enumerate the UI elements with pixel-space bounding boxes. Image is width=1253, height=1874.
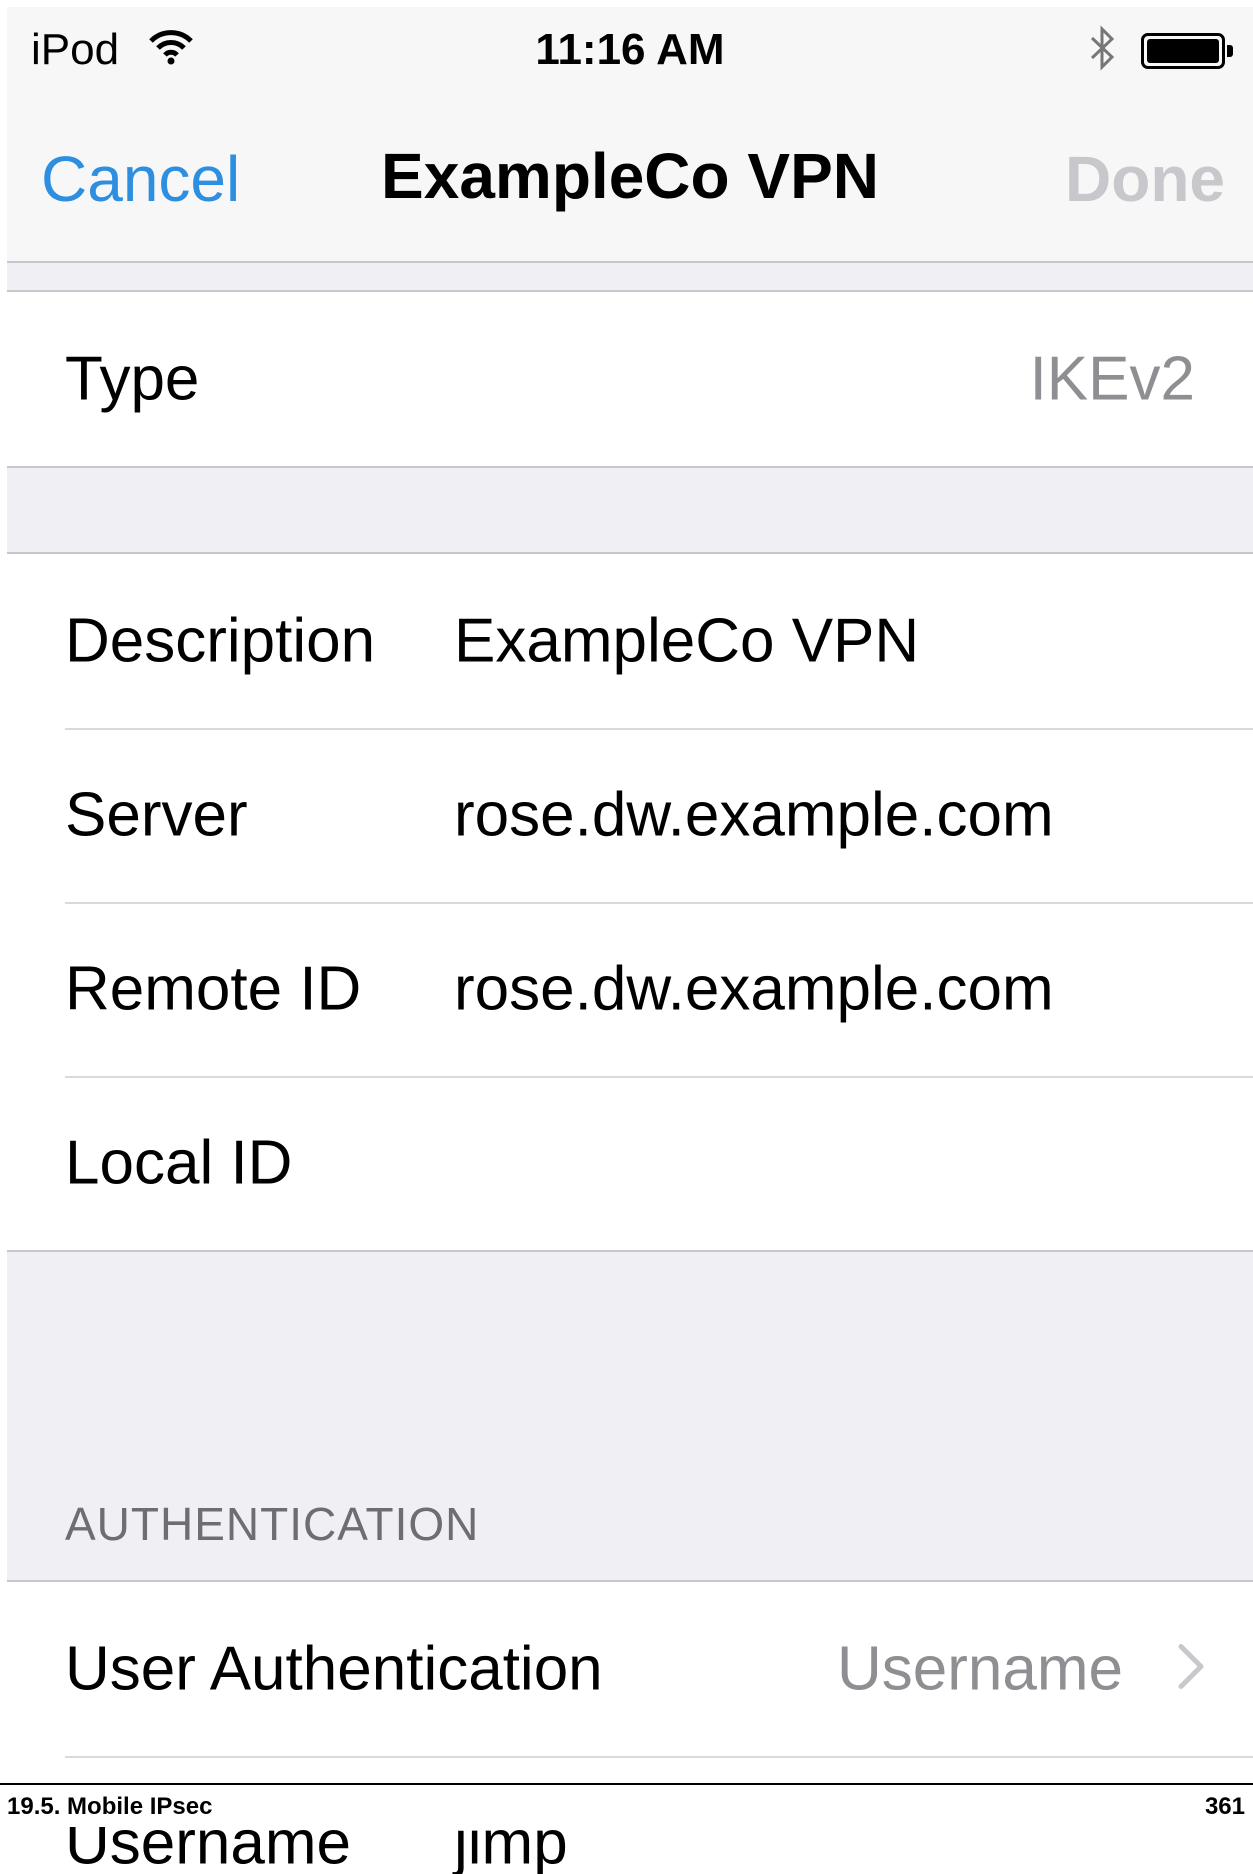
server-row: Server rose.dw.example.com — [7, 728, 1253, 902]
page-number: 361 — [1204, 1793, 1245, 1820]
server-label: Server — [65, 780, 248, 850]
description-label: Description — [65, 606, 376, 676]
user-authentication-row[interactable]: User Authentication Username — [7, 1582, 1253, 1756]
description-field[interactable]: ExampleCo VPN — [454, 606, 919, 677]
section-title: 19.5. Mobile IPsec — [7, 1793, 213, 1820]
type-value: IKEv2 — [1029, 344, 1195, 414]
authentication-group: User Authentication Username Username ji… — [7, 1580, 1253, 1874]
ios-screen: iPod 11:16 AM Cancel ExampleCo VPN Done … — [7, 7, 1253, 1874]
config-group: Description ExampleCo VPN Server rose.dw… — [7, 552, 1253, 1252]
status-time: 11:16 AM — [535, 25, 725, 74]
status-bar: iPod 11:16 AM — [7, 7, 1253, 87]
user-authentication-label: User Authentication — [65, 1634, 603, 1704]
server-field[interactable]: rose.dw.example.com — [454, 780, 1054, 851]
authentication-section-header: AUTHENTICATION — [65, 1498, 480, 1550]
local-id-label: Local ID — [65, 1128, 293, 1198]
remote-id-label: Remote ID — [65, 954, 362, 1024]
local-id-row: Local ID — [7, 1076, 1253, 1250]
type-label: Type — [65, 344, 200, 414]
type-row[interactable]: Type IKEv2 — [7, 292, 1253, 466]
description-row: Description ExampleCo VPN — [7, 554, 1253, 728]
page-footer: 19.5. Mobile IPsec 361 — [0, 1783, 1253, 1827]
type-group: Type IKEv2 — [7, 290, 1253, 468]
battery-icon — [1141, 33, 1233, 73]
user-authentication-value: Username — [837, 1634, 1123, 1704]
bluetooth-icon — [1087, 25, 1117, 76]
chevron-right-icon — [1177, 1643, 1205, 1696]
remote-id-row: Remote ID rose.dw.example.com — [7, 902, 1253, 1076]
done-button[interactable]: Done — [1065, 142, 1225, 216]
remote-id-field[interactable]: rose.dw.example.com — [454, 954, 1054, 1025]
navigation-bar: Cancel ExampleCo VPN Done — [7, 87, 1253, 263]
